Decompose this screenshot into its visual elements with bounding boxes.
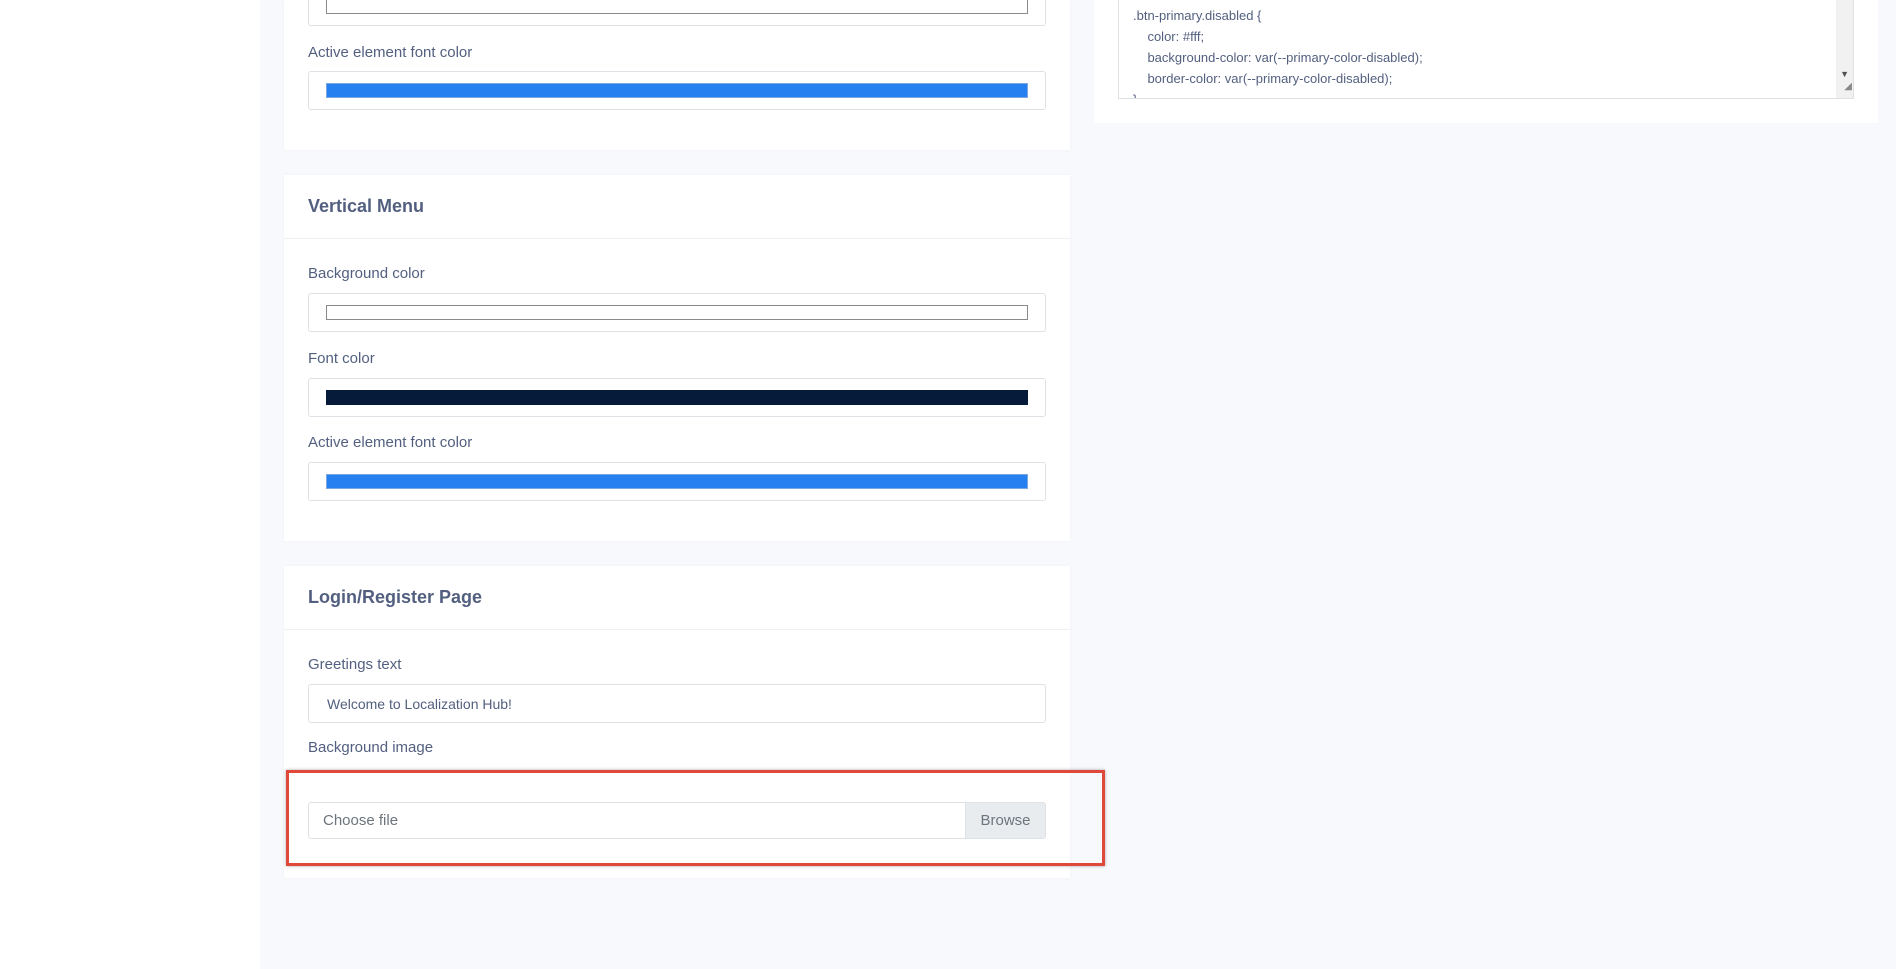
login-register-title: Login/Register Page	[284, 566, 1070, 630]
top-background-color-field[interactable]	[308, 0, 1046, 26]
vm-font-color-swatch	[326, 390, 1028, 405]
main-content: Active element font color Vertical Menu …	[260, 0, 1896, 969]
vertical-menu-title: Vertical Menu	[284, 175, 1070, 239]
highlight-box	[286, 770, 1105, 866]
resize-grip-icon[interactable]: ◢	[1844, 76, 1852, 97]
top-active-font-color-swatch	[326, 83, 1028, 98]
top-background-color-swatch	[326, 0, 1028, 14]
code-line: border-color: var(--primary-color-disabl…	[1133, 71, 1393, 86]
vm-font-color-field[interactable]	[308, 378, 1046, 417]
greetings-text-label: Greetings text	[308, 656, 402, 673]
vm-active-font-color-swatch	[326, 474, 1028, 489]
top-active-font-color-field[interactable]	[308, 71, 1046, 110]
vm-font-color-label: Font color	[308, 350, 375, 367]
vm-background-color-label: Background color	[308, 265, 425, 282]
background-image-label: Background image	[308, 739, 434, 756]
vm-active-font-color-label: Active element font color	[308, 434, 473, 451]
code-line: background-color: var(--primary-color-di…	[1133, 50, 1423, 65]
greetings-text-input[interactable]: Welcome to Localization Hub!	[308, 684, 1046, 723]
vm-background-color-swatch	[326, 305, 1028, 320]
vertical-menu-card: Vertical Menu Background color Font colo…	[284, 175, 1070, 541]
custom-css-editor[interactable]: .btn-primary.disabled { color: #fff; bac…	[1118, 0, 1854, 99]
code-line: .btn-primary.disabled {	[1133, 8, 1262, 23]
vm-background-color-field[interactable]	[308, 293, 1046, 332]
vm-active-font-color-field[interactable]	[308, 462, 1046, 501]
sidebar	[0, 0, 260, 969]
top-active-font-color-label: Active element font color	[308, 44, 473, 61]
top-menu-card: Active element font color	[284, 0, 1070, 150]
code-line: }	[1133, 89, 1839, 98]
code-line: color: #fff;	[1133, 29, 1205, 44]
custom-css-card: .btn-primary.disabled { color: #fff; bac…	[1094, 0, 1878, 123]
